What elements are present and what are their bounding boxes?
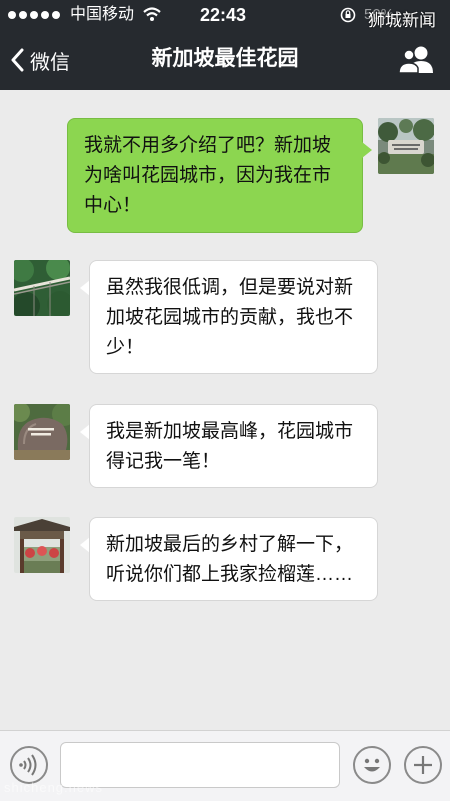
back-button[interactable]: 微信 — [10, 42, 70, 78]
message-text: 虽然我很低调，但是要说对新加坡花园城市的贡献，我也不少！ — [106, 277, 354, 358]
message-bubble-sent[interactable]: 我就不用多介绍了吧？新加坡为啥叫花园城市，因为我在市中心！ — [67, 118, 363, 233]
more-button[interactable] — [404, 746, 442, 784]
emoji-icon — [364, 758, 380, 772]
signal-strength-icon — [8, 11, 60, 19]
people-icon — [398, 46, 433, 74]
carrier-name: 中国移动 — [70, 6, 135, 23]
chat-area[interactable]: 我就不用多介绍了吧？新加坡为啥叫花园城市，因为我在市中心！ 虽然我很低调，但是要… — [0, 90, 450, 730]
avatar[interactable] — [14, 404, 70, 460]
message-bubble-received[interactable]: 我是新加坡最高峰，花园城市得记我一笔！ — [89, 404, 378, 488]
voice-icon — [19, 754, 37, 776]
back-label: 微信 — [30, 51, 70, 74]
park-entrance-avatar-icon — [378, 118, 434, 174]
voice-input-button[interactable] — [10, 746, 48, 784]
footer-watermark: shicheng.news — [4, 780, 103, 795]
wifi-icon — [142, 6, 162, 27]
nav-bar: 微信 新加坡最佳花园 — [0, 30, 450, 90]
status-time: 22:43 — [200, 5, 247, 25]
bubble-tail — [362, 142, 372, 158]
status-bar: 中国移动 22:43 50% 狮城新闻 — [0, 0, 450, 30]
top-bar: 中国移动 22:43 50% 狮城新闻 微信 新加坡最佳花园 — [0, 0, 450, 90]
watermark-logo: 狮城新闻 — [368, 11, 436, 30]
message-text: 我是新加坡最高峰，花园城市得记我一笔！ — [106, 421, 354, 472]
avatar[interactable] — [378, 118, 434, 174]
avatar[interactable] — [14, 260, 70, 316]
message-bubble-received[interactable]: 新加坡最后的乡村了解一下，听说你们都上我家捡榴莲…… — [89, 517, 378, 601]
chevron-left-icon — [11, 48, 24, 72]
summit-stone-avatar-icon — [14, 404, 70, 460]
message-text: 新加坡最后的乡村了解一下，听说你们都上我家捡榴莲…… — [106, 534, 354, 585]
chat-title: 新加坡最佳花园 — [151, 47, 299, 70]
emoji-button[interactable] — [353, 746, 391, 784]
message-text: 我就不用多介绍了吧？新加坡为啥叫花园城市，因为我在市中心！ — [84, 135, 332, 216]
village-gate-avatar-icon — [14, 517, 70, 573]
plus-icon — [414, 756, 432, 774]
chat-members-button[interactable] — [396, 44, 436, 76]
rotation-lock-icon — [340, 7, 356, 28]
treetop-walk-avatar-icon — [14, 260, 70, 316]
avatar[interactable] — [14, 517, 70, 573]
message-bubble-received[interactable]: 虽然我很低调，但是要说对新加坡花园城市的贡献，我也不少！ — [89, 260, 378, 374]
